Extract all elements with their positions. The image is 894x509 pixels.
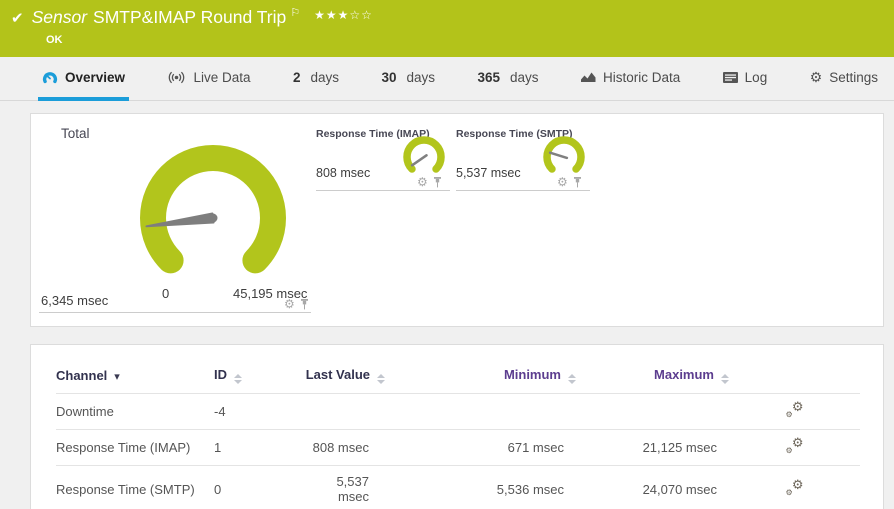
cell-maximum: 24,070 msec — [576, 465, 729, 509]
channel-settings-icon[interactable]: ⚙ ⚙ — [786, 478, 804, 497]
tab-live-data[interactable]: Live Data — [163, 57, 254, 101]
sort-both-icon — [234, 374, 242, 384]
table-row-downtime: Downtime -4 ⚙ ⚙ — [56, 393, 860, 430]
status-badge: OK — [46, 34, 63, 46]
cell-id: 1 — [214, 429, 304, 466]
cell-maximum — [576, 393, 729, 430]
flag-icon[interactable]: ⚐ — [290, 6, 300, 19]
cell-minimum: 671 msec — [389, 429, 576, 466]
cell-last-value — [304, 393, 389, 430]
cell-last-value: 5,537 msec — [304, 465, 389, 509]
channel-settings-icon[interactable]: ⚙ ⚙ — [786, 400, 804, 419]
tab-bar: Overview Live Data 2 days 30 days 365 da… — [0, 57, 894, 101]
column-header-channel[interactable]: Channel ▾ — [56, 357, 214, 394]
channel-table-panel: Channel▾ ID Last Value Minimum Maximum — [30, 344, 884, 509]
column-header-actions — [729, 357, 860, 394]
tab-2-days[interactable]: 2 days — [289, 57, 343, 101]
settings-gear-icon: ⚙ — [809, 69, 823, 85]
pin-icon[interactable] — [433, 176, 442, 188]
sort-both-icon — [568, 374, 576, 384]
sensor-title: SMTP&IMAP Round Trip — [93, 7, 287, 27]
sort-both-icon — [721, 374, 729, 384]
tab-overview[interactable]: Overview — [38, 57, 130, 101]
total-block-divider — [39, 312, 311, 313]
priority-stars[interactable]: ★★★☆☆ — [314, 8, 373, 22]
table-row-response-time-smtp: Response Time (SMTP) 0 5,537 msec 5,536 … — [56, 465, 860, 509]
total-gauge-controls: ⚙ — [284, 298, 309, 310]
total-gauge-scale-min: 0 — [162, 286, 170, 301]
log-icon — [722, 71, 738, 83]
live-data-icon — [169, 71, 185, 83]
channel-table: Channel▾ ID Last Value Minimum Maximum — [56, 357, 860, 509]
pin-icon[interactable] — [300, 298, 309, 310]
tab-historic-data[interactable]: Historic Data — [577, 57, 684, 101]
historic-chart-icon — [580, 72, 596, 82]
imap-block-divider — [316, 190, 450, 191]
cell-id: -4 — [214, 393, 304, 430]
sensor-kind-label: Sensor — [31, 7, 88, 27]
tab-365-days[interactable]: 365 days — [473, 57, 542, 101]
pin-icon[interactable] — [573, 176, 582, 188]
cell-maximum: 21,125 msec — [576, 429, 729, 466]
smtp-gauge-value: 5,537 msec — [456, 166, 521, 180]
sensor-header: ✔ Sensor SMTP&IMAP Round Trip ⚐ ★★★☆☆ OK — [0, 0, 894, 57]
ok-check-icon: ✔ — [11, 10, 24, 27]
total-gauge-value: 6,345 msec — [41, 293, 109, 308]
tab-30-days[interactable]: 30 days — [377, 57, 439, 101]
total-gauge-title: Total — [61, 126, 90, 141]
tab-log[interactable]: Log — [719, 57, 772, 101]
smtp-gauge-controls: ⚙ — [557, 176, 582, 188]
sort-desc-icon: ▾ — [114, 371, 120, 383]
gauges-panel: Total 0 45,195 msec 6,345 msec ⚙ Respons… — [30, 113, 884, 327]
total-gauge — [140, 144, 286, 274]
cell-channel: Response Time (SMTP) — [56, 465, 214, 509]
imap-gauge-controls: ⚙ — [417, 176, 442, 188]
cell-id: 0 — [214, 465, 304, 509]
cell-minimum: 5,536 msec — [389, 465, 576, 509]
cell-minimum — [389, 393, 576, 430]
cell-channel: Downtime — [56, 393, 214, 430]
smtp-block-divider — [456, 190, 590, 191]
column-header-id[interactable]: ID — [214, 357, 304, 394]
column-header-minimum[interactable]: Minimum — [389, 357, 576, 394]
sort-both-icon — [377, 374, 385, 384]
column-header-maximum[interactable]: Maximum — [576, 357, 729, 394]
gauge-icon — [42, 72, 58, 84]
channel-settings-icon[interactable]: ⚙ ⚙ — [786, 436, 804, 455]
table-row-response-time-imap: Response Time (IMAP) 1 808 msec 671 msec… — [56, 429, 860, 466]
column-header-last-value[interactable]: Last Value — [304, 357, 389, 394]
gauge-settings-gear-icon[interactable]: ⚙ — [417, 176, 428, 188]
imap-gauge-value: 808 msec — [316, 166, 371, 180]
cell-channel: Response Time (IMAP) — [56, 429, 214, 466]
gauge-settings-gear-icon[interactable]: ⚙ — [557, 176, 568, 188]
tab-settings[interactable]: ⚙ Settings — [806, 57, 882, 101]
cell-last-value: 808 msec — [304, 429, 389, 466]
gauge-settings-gear-icon[interactable]: ⚙ — [284, 298, 295, 310]
